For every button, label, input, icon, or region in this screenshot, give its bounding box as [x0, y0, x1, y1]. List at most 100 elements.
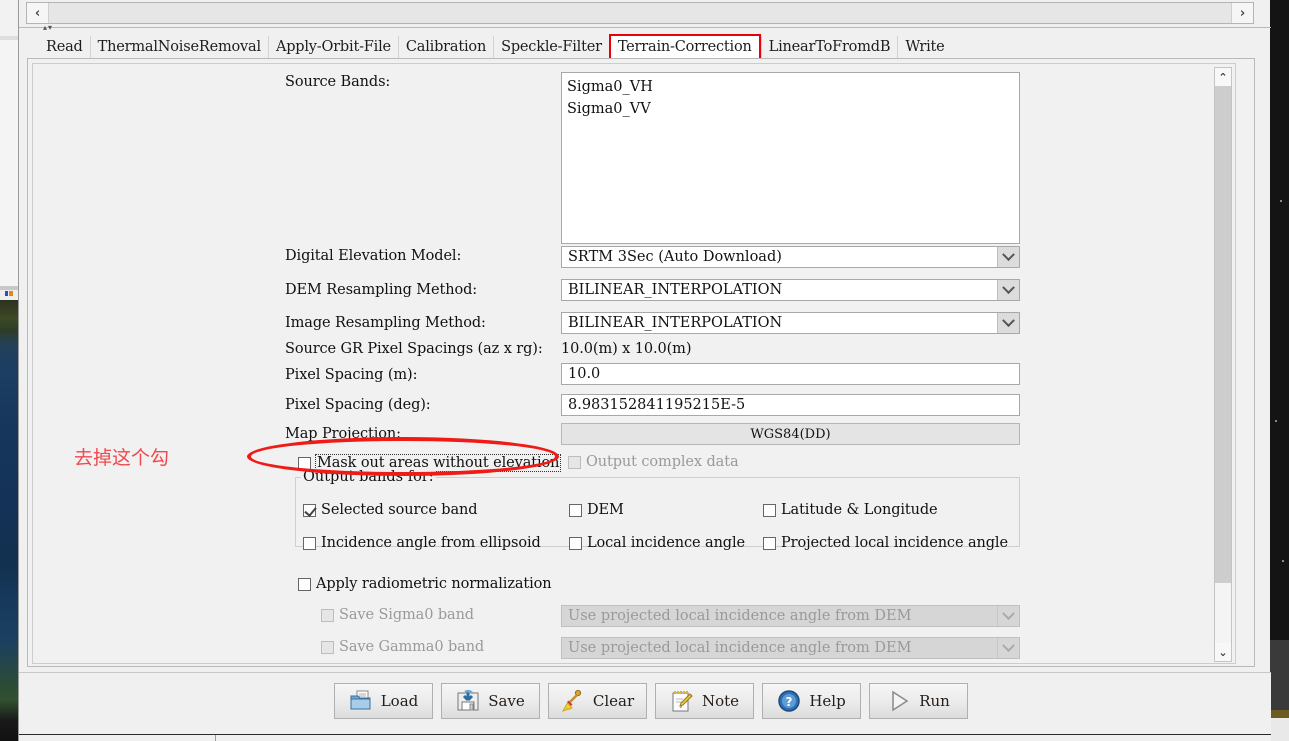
- chevron-down-icon[interactable]: [997, 247, 1019, 267]
- desktop-band-light: [1270, 718, 1289, 741]
- chevron-down-icon[interactable]: [997, 313, 1019, 333]
- source-bands-label: Source Bands:: [285, 74, 391, 90]
- output-band-label: Selected source band: [321, 502, 478, 518]
- output-band-latitude-longitude-checkbox[interactable]: Latitude & Longitude: [763, 502, 938, 518]
- checkbox-box[interactable]: [763, 503, 776, 517]
- source-gr-pixel-spacings-label: Source GR Pixel Spacings (az x rg):: [285, 341, 543, 357]
- checkbox-box[interactable]: [303, 536, 316, 550]
- map-marker-orange: [9, 291, 13, 296]
- tab-strip: Read ThermalNoiseRemoval Apply-Orbit-Fil…: [39, 34, 952, 60]
- scroll-right-arrow-icon[interactable]: ›: [1231, 3, 1253, 23]
- run-button-label: Run: [919, 692, 950, 710]
- run-button[interactable]: Run: [869, 683, 968, 719]
- list-item[interactable]: Sigma0_VV: [567, 98, 1014, 120]
- window-bottom-strip: [19, 735, 1271, 741]
- output-band-label: Incidence angle from ellipsoid: [321, 535, 541, 551]
- load-button[interactable]: Load: [334, 683, 433, 719]
- save-button-label: Save: [488, 692, 525, 710]
- desktop-speck: [1282, 560, 1284, 562]
- output-band-local-incidence-angle-checkbox[interactable]: Local incidence angle: [569, 535, 745, 551]
- output-bands-group-title: Output bands for:: [301, 469, 436, 485]
- map-projection-button[interactable]: WGS84(DD): [561, 423, 1020, 445]
- dem-combo-value: SRTM 3Sec (Auto Download): [568, 249, 782, 265]
- output-band-projected-local-incidence-angle-checkbox[interactable]: Projected local incidence angle: [763, 535, 1008, 551]
- checkbox-box: [321, 640, 334, 654]
- desktop-speck: [1275, 420, 1277, 422]
- button-row: Load Save Clear Note ? Help Run: [334, 683, 968, 719]
- checkbox-box: [568, 455, 581, 469]
- terrain-correction-form: Source Bands: Sigma0_VH Sigma0_VV Digita…: [33, 64, 1213, 663]
- checkbox-box[interactable]: [298, 577, 311, 591]
- tab-calibration[interactable]: Calibration: [397, 36, 494, 58]
- apply-radiometric-normalization-label: Apply radiometric normalization: [316, 576, 552, 592]
- save-sigma0-band-label: Save Sigma0 band: [339, 607, 474, 623]
- tab-read[interactable]: Read: [39, 36, 90, 58]
- tab-thermalnoiseremoval[interactable]: ThermalNoiseRemoval: [89, 36, 268, 58]
- broom-icon: [561, 689, 585, 713]
- splitter-handle-icon[interactable]: ▴▾: [43, 24, 53, 32]
- pixel-spacing-m-input[interactable]: 10.0: [561, 363, 1020, 385]
- tab-terrain-correction[interactable]: Terrain-Correction: [608, 34, 761, 60]
- pixel-spacing-deg-label: Pixel Spacing (deg):: [285, 397, 431, 413]
- save-button[interactable]: Save: [441, 683, 540, 719]
- window-bottom-tick: [215, 735, 216, 741]
- bottom-button-bar: Load Save Clear Note ? Help Run: [19, 672, 1271, 741]
- dem-combo[interactable]: SRTM 3Sec (Auto Download): [561, 246, 1020, 268]
- desktop-band-gray: [1270, 640, 1289, 710]
- map-projection-label: Map Projection:: [285, 426, 401, 442]
- vertical-scrollbar-track[interactable]: [1215, 583, 1231, 643]
- vertical-scrollbar-thumb[interactable]: [1215, 86, 1231, 583]
- apply-radiometric-normalization-checkbox[interactable]: Apply radiometric normalization: [298, 576, 552, 592]
- tab-apply-orbit-file[interactable]: Apply-Orbit-File: [267, 36, 398, 58]
- chevron-down-icon: [997, 638, 1019, 658]
- output-band-label: DEM: [587, 502, 624, 518]
- image-resampling-combo[interactable]: BILINEAR_INTERPOLATION: [561, 312, 1020, 334]
- tab-lineartofromdb[interactable]: LinearToFromdB: [760, 36, 898, 58]
- scroll-down-arrow-icon[interactable]: ⌄: [1215, 643, 1231, 661]
- scroll-up-arrow-icon[interactable]: ⌃: [1215, 68, 1231, 86]
- vertical-scrollbar[interactable]: ⌃ ⌄: [1214, 67, 1232, 662]
- desktop-band-olive: [1270, 710, 1289, 718]
- question-circle-icon: ?: [777, 689, 801, 713]
- save-sigma0-combo: Use projected local incidence angle from…: [561, 605, 1020, 627]
- chevron-down-icon[interactable]: [997, 280, 1019, 300]
- pixel-spacing-m-label: Pixel Spacing (m):: [285, 367, 418, 383]
- divider: [19, 27, 1271, 28]
- source-bands-list[interactable]: Sigma0_VH Sigma0_VV: [561, 72, 1020, 244]
- chevron-down-icon: [997, 606, 1019, 626]
- note-button[interactable]: Note: [655, 683, 754, 719]
- tab-write[interactable]: Write: [897, 36, 952, 58]
- desktop-background-right: [1270, 0, 1289, 741]
- load-button-label: Load: [380, 692, 419, 710]
- checkbox-box[interactable]: [569, 536, 582, 550]
- output-band-selected-source-band-checkbox[interactable]: Selected source band: [303, 502, 478, 518]
- output-complex-data-label: Output complex data: [586, 454, 739, 470]
- save-sigma0-combo-value: Use projected local incidence angle from…: [568, 608, 912, 624]
- checkbox-box[interactable]: [303, 503, 316, 517]
- list-item[interactable]: Sigma0_VH: [567, 76, 1014, 98]
- source-gr-pixel-spacings-value: 10.0(m) x 10.0(m): [561, 341, 692, 357]
- checkbox-box[interactable]: [763, 536, 776, 550]
- save-gamma0-combo: Use projected local incidence angle from…: [561, 637, 1020, 659]
- pixel-spacing-deg-input[interactable]: 8.983152841195215E-5: [561, 394, 1020, 416]
- graph-builder-window: ‹ › ▴▾ Read ThermalNoiseRemoval Apply-Or…: [18, 0, 1271, 741]
- clear-button[interactable]: Clear: [548, 683, 647, 719]
- scroll-left-arrow-icon[interactable]: ‹: [27, 3, 49, 23]
- horizontal-scrollbar[interactable]: ‹ ›: [26, 2, 1254, 24]
- annotation-text: 去掉这个勾: [74, 447, 170, 469]
- output-band-incidence-angle-ellipsoid-checkbox[interactable]: Incidence angle from ellipsoid: [303, 535, 541, 551]
- dem-resampling-label: DEM Resampling Method:: [285, 282, 478, 298]
- checkbox-box[interactable]: [298, 456, 311, 470]
- dem-resampling-combo[interactable]: BILINEAR_INTERPOLATION: [561, 279, 1020, 301]
- output-band-label: Projected local incidence angle: [781, 535, 1008, 551]
- output-band-dem-checkbox[interactable]: DEM: [569, 502, 624, 518]
- image-resampling-combo-value: BILINEAR_INTERPOLATION: [568, 315, 783, 331]
- help-button[interactable]: ? Help: [762, 683, 861, 719]
- svg-text:?: ?: [786, 695, 793, 709]
- notepad-pencil-icon: [670, 689, 694, 713]
- checkbox-box[interactable]: [569, 503, 582, 517]
- tab-speckle-filter[interactable]: Speckle-Filter: [493, 36, 609, 58]
- horizontal-scrollbar-track[interactable]: [49, 3, 1231, 23]
- save-gamma0-combo-value: Use projected local incidence angle from…: [568, 640, 912, 656]
- panel-inner: Source Bands: Sigma0_VH Sigma0_VV Digita…: [32, 63, 1236, 664]
